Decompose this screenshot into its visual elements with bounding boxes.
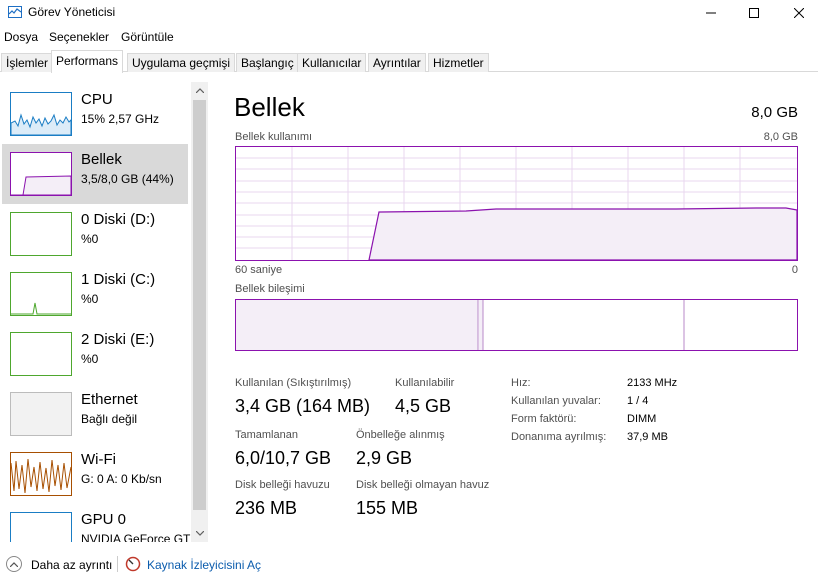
footer-divider bbox=[117, 556, 118, 572]
minimize-icon bbox=[706, 12, 716, 14]
total-memory: 8,0 GB bbox=[751, 104, 798, 121]
nonpaged-pool-value: 155 MB bbox=[356, 498, 419, 518]
tab-details[interactable]: Ayrıntılar bbox=[368, 53, 426, 72]
task-manager-icon bbox=[8, 6, 22, 18]
tab-users[interactable]: Kullanıcılar bbox=[297, 53, 367, 72]
scroll-thumb[interactable] bbox=[193, 100, 206, 510]
menu-view[interactable]: Görüntüle bbox=[121, 30, 174, 44]
sidebar-scrollbar[interactable] bbox=[191, 82, 208, 542]
disk-2-thumbnail-graph bbox=[10, 332, 72, 376]
sidebar-item-subtitle: Bağlı değil bbox=[81, 412, 138, 426]
ethernet-thumbnail-graph bbox=[10, 392, 72, 436]
time-axis-start: 60 saniye bbox=[235, 264, 283, 276]
window-title: Görev Yöneticisi bbox=[28, 5, 116, 19]
title-bar: Görev Yöneticisi bbox=[0, 0, 818, 26]
menu-options[interactable]: Seçenekler bbox=[49, 30, 109, 44]
disk-0-thumbnail-graph bbox=[10, 212, 72, 256]
maximize-icon bbox=[749, 8, 759, 18]
sidebar-item-title: Ethernet bbox=[81, 391, 138, 408]
tab-bar: İşlemler Performans Uygulama geçmişi Baş… bbox=[0, 50, 818, 73]
paged-pool-label: Disk belleği havuzu bbox=[235, 479, 330, 491]
menu-bar: Dosya Seçenekler Görüntüle bbox=[0, 27, 818, 47]
footer-bar: Daha az ayrıntı Kaynak İzleyicisini Aç bbox=[0, 550, 818, 578]
disk-1-thumbnail-graph bbox=[10, 272, 72, 316]
sidebar-item-subtitle: G: 0 A: 0 Kb/sn bbox=[81, 472, 162, 486]
sidebar-item-title: 1 Diski (C:) bbox=[81, 271, 156, 288]
used-label: Kullanılan (Sıkıştırılmış) bbox=[235, 377, 352, 389]
sidebar-item-subtitle: 3,5/8,0 GB (44%) bbox=[81, 172, 174, 186]
page-title: Bellek bbox=[234, 92, 305, 122]
usage-graph-max: 8,0 GB bbox=[763, 131, 798, 143]
minimize-button[interactable] bbox=[688, 0, 734, 26]
gpu-thumbnail-graph bbox=[10, 512, 72, 542]
scroll-down-button[interactable] bbox=[191, 525, 208, 542]
slots-used-label: Kullanılan yuvalar: bbox=[511, 395, 601, 407]
fewer-details-button[interactable] bbox=[6, 556, 22, 572]
sidebar-item-memory[interactable]: Bellek 3,5/8,0 GB (44%) bbox=[2, 144, 188, 204]
maximize-button[interactable] bbox=[731, 0, 777, 26]
committed-label: Tamamlanan bbox=[235, 429, 298, 441]
tab-performance[interactable]: Performans bbox=[51, 50, 124, 73]
sidebar-item-subtitle: NVIDIA GeForce GTX bbox=[81, 532, 199, 542]
sidebar-item-disk-2[interactable]: 2 Diski (E:) %0 bbox=[2, 324, 188, 384]
form-factor-label: Form faktörü: bbox=[511, 413, 577, 425]
sidebar-item-title: 0 Diski (D:) bbox=[81, 211, 156, 228]
speed-value: 2133 MHz bbox=[627, 377, 678, 389]
sidebar-item-subtitle: 15% 2,57 GHz bbox=[81, 112, 160, 126]
sidebar-item-title: Bellek bbox=[81, 151, 122, 168]
cpu-thumbnail-graph bbox=[10, 92, 72, 136]
form-factor-value: DIMM bbox=[627, 413, 657, 425]
sidebar-item-gpu[interactable]: GPU 0 NVIDIA GeForce GTX bbox=[2, 504, 198, 542]
composition-graph-label: Bellek bileşimi bbox=[235, 283, 305, 295]
close-icon bbox=[794, 8, 804, 18]
performance-sidebar: CPU 15% 2,57 GHz Bellek 3,5/8,0 GB (44%)… bbox=[0, 82, 210, 542]
memory-composition-graph bbox=[235, 299, 798, 351]
sidebar-item-subtitle: %0 bbox=[81, 232, 99, 246]
slots-used-value: 1 / 4 bbox=[627, 395, 649, 407]
sidebar-item-subtitle: %0 bbox=[81, 292, 99, 306]
sidebar-item-title: GPU 0 bbox=[81, 511, 127, 528]
sidebar-item-disk-1[interactable]: 1 Diski (C:) %0 bbox=[2, 264, 188, 324]
open-resource-monitor-link[interactable]: Kaynak İzleyicisini Aç bbox=[147, 558, 261, 572]
wifi-thumbnail-graph bbox=[10, 452, 72, 496]
hardware-reserved-value: 37,9 MB bbox=[627, 431, 668, 443]
available-label: Kullanılabilir bbox=[395, 377, 455, 389]
used-value: 3,4 GB (164 MB) bbox=[235, 396, 371, 416]
sidebar-item-disk-0[interactable]: 0 Diski (D:) %0 bbox=[2, 204, 188, 264]
sidebar-item-wifi[interactable]: Wi-Fi G: 0 A: 0 Kb/sn bbox=[2, 444, 188, 504]
close-button[interactable] bbox=[776, 0, 818, 26]
resource-monitor-icon bbox=[125, 556, 141, 572]
tab-services[interactable]: Hizmetler bbox=[428, 53, 489, 72]
chevron-up-icon bbox=[195, 88, 204, 93]
committed-value: 6,0/10,7 GB bbox=[235, 448, 332, 468]
sidebar-item-title: CPU bbox=[81, 91, 113, 108]
tab-processes[interactable]: İşlemler bbox=[1, 53, 54, 72]
menu-file[interactable]: Dosya bbox=[4, 30, 38, 44]
memory-detail-panel: Bellek 8,0 GB Bellek kullanımı 8,0 GB 60… bbox=[212, 82, 818, 542]
sidebar-item-ethernet[interactable]: Ethernet Bağlı değil bbox=[2, 384, 188, 444]
nonpaged-pool-label: Disk belleği olmayan havuz bbox=[356, 479, 490, 491]
hardware-reserved-label: Donanıma ayrılmış: bbox=[511, 431, 607, 443]
time-axis-end: 0 bbox=[791, 264, 798, 276]
paged-pool-value: 236 MB bbox=[235, 498, 298, 518]
memory-usage-graph bbox=[235, 146, 798, 261]
cached-label: Önbelleğe alınmış bbox=[356, 429, 445, 441]
sidebar-item-cpu[interactable]: CPU 15% 2,57 GHz bbox=[2, 84, 188, 144]
chevron-down-icon bbox=[195, 531, 204, 536]
usage-graph-label: Bellek kullanımı bbox=[235, 131, 313, 143]
sidebar-item-title: Wi-Fi bbox=[81, 451, 116, 468]
scroll-up-button[interactable] bbox=[191, 82, 208, 99]
memory-thumbnail-graph bbox=[10, 152, 72, 196]
fewer-details-link[interactable]: Daha az ayrıntı bbox=[31, 558, 112, 572]
chevron-up-icon bbox=[10, 561, 18, 567]
tab-startup[interactable]: Başlangıç bbox=[236, 53, 299, 72]
cached-value: 2,9 GB bbox=[356, 448, 413, 468]
tab-app-history[interactable]: Uygulama geçmişi bbox=[127, 53, 236, 72]
sidebar-item-title: 2 Diski (E:) bbox=[81, 331, 155, 348]
speed-label: Hız: bbox=[511, 377, 531, 389]
available-value: 4,5 GB bbox=[395, 396, 452, 416]
sidebar-item-subtitle: %0 bbox=[81, 352, 99, 366]
